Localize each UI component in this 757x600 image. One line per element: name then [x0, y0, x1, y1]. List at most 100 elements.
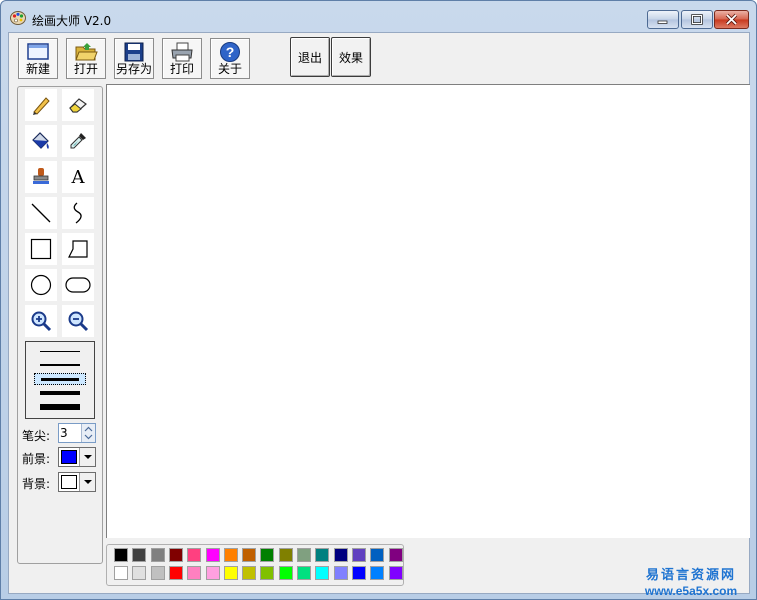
palette-color-swatch[interactable] — [370, 566, 385, 580]
color-palette — [106, 544, 404, 586]
client-area: 新建 打开 另存为 打印 ? 关于 退出 效果 A 笔尖: 3 前景: 背景: — [8, 32, 750, 594]
palette-color-swatch[interactable] — [297, 566, 311, 580]
palette-color-swatch[interactable] — [260, 566, 275, 580]
ellipse-icon — [30, 274, 52, 296]
palette-color-swatch[interactable] — [333, 548, 348, 562]
palette-color-swatch[interactable] — [370, 548, 385, 562]
background-color-picker[interactable] — [58, 472, 96, 492]
new-label: 新建 — [25, 62, 50, 76]
spinner-up-down-icon — [84, 426, 93, 440]
palette-color-swatch[interactable] — [278, 548, 293, 562]
palette-color-swatch[interactable] — [150, 548, 165, 562]
maximize-icon — [691, 14, 703, 25]
palette-color-swatch[interactable] — [242, 566, 257, 580]
chevron-down-icon[interactable] — [79, 448, 95, 466]
tool-eraser[interactable] — [62, 89, 94, 121]
foreground-color-picker[interactable] — [58, 447, 96, 467]
palette-color-swatch[interactable] — [242, 548, 257, 562]
palette-color-swatch[interactable] — [168, 548, 183, 562]
open-label: 打开 — [73, 62, 98, 76]
print-button[interactable]: 打印 — [162, 38, 202, 79]
tool-rounded-rectangle[interactable] — [62, 269, 94, 301]
line-icon — [31, 203, 51, 223]
polygon-icon — [68, 240, 88, 258]
line-width-selector — [25, 341, 95, 419]
palette-color-swatch[interactable] — [187, 548, 202, 562]
minimize-button[interactable] — [647, 10, 679, 29]
watermark-url: www.e5a5x.com — [644, 584, 738, 598]
about-button[interactable]: ? 关于 — [210, 38, 250, 79]
maximize-button[interactable] — [681, 10, 713, 29]
tool-pencil[interactable] — [25, 89, 57, 121]
app-window: 绘画大师 V2.0 新建 打开 另存为 打印 ? 关于 退出 效果 A 笔尖: … — [0, 0, 757, 600]
palette-color-swatch[interactable] — [351, 548, 366, 562]
pen-tip-value: 3 — [60, 426, 68, 440]
stamp-icon — [33, 168, 49, 184]
effect-button[interactable]: 效果 — [331, 37, 371, 77]
tool-curve[interactable] — [62, 197, 94, 229]
palette-color-swatch[interactable] — [205, 566, 220, 580]
palette-color-swatch[interactable] — [315, 566, 330, 580]
tool-zoom-in[interactable] — [25, 305, 57, 337]
line-width-option[interactable] — [34, 359, 86, 371]
tool-rectangle[interactable] — [25, 233, 57, 265]
background-label: 背景: — [22, 477, 51, 491]
foreground-color-swatch — [61, 450, 77, 464]
new-button[interactable]: 新建 — [18, 38, 58, 79]
palette-color-swatch[interactable] — [223, 566, 238, 580]
line-width-option-selected[interactable] — [34, 373, 86, 385]
line-width-option[interactable] — [34, 345, 86, 357]
pen-tip-label: 笔尖: — [22, 429, 51, 443]
palette-color-swatch[interactable] — [205, 548, 220, 562]
window-title: 绘画大师 V2.0 — [32, 14, 112, 28]
spinner-arrows[interactable] — [81, 424, 95, 442]
palette-color-swatch[interactable] — [223, 548, 238, 562]
tool-zoom-out[interactable] — [62, 305, 94, 337]
palette-color-swatch[interactable] — [333, 566, 348, 580]
zoom-out-icon — [68, 311, 89, 332]
tool-stamp[interactable] — [25, 161, 57, 193]
watermark-site-name: 易语言资源网 — [645, 568, 736, 583]
line-width-option[interactable] — [34, 387, 86, 399]
tool-eyedropper[interactable] — [62, 125, 94, 157]
background-color-swatch — [61, 475, 77, 489]
watermark: 易语言资源网 www.e5a5x.com — [631, 564, 751, 598]
palette-color-swatch[interactable] — [297, 548, 311, 562]
rectangle-icon — [30, 238, 52, 260]
palette-color-swatch[interactable] — [388, 566, 403, 580]
title-bar[interactable]: 绘画大师 V2.0 — [1, 1, 756, 31]
palette-icon — [10, 11, 26, 25]
palette-color-swatch[interactable] — [132, 566, 147, 580]
palette-color-swatch[interactable] — [114, 566, 128, 580]
palette-color-swatch[interactable] — [168, 566, 183, 580]
foreground-label: 前景: — [22, 452, 51, 466]
close-button[interactable] — [714, 10, 749, 29]
palette-color-swatch[interactable] — [351, 566, 366, 580]
tool-line[interactable] — [25, 197, 57, 229]
chevron-down-icon[interactable] — [79, 473, 95, 491]
exit-button[interactable]: 退出 — [290, 37, 330, 77]
close-icon — [725, 13, 738, 26]
fill-bucket-icon — [32, 132, 49, 149]
tool-text[interactable]: A — [62, 161, 94, 193]
palette-color-swatch[interactable] — [278, 566, 293, 580]
open-button[interactable]: 打开 — [66, 38, 106, 79]
tools-panel: A 笔尖: 3 前景: 背景: — [17, 86, 103, 564]
palette-color-swatch[interactable] — [187, 566, 202, 580]
palette-color-swatch[interactable] — [132, 548, 147, 562]
palette-color-swatch[interactable] — [388, 548, 403, 562]
palette-color-swatch[interactable] — [260, 548, 275, 562]
tool-fill[interactable] — [25, 125, 57, 157]
palette-color-swatch[interactable] — [114, 548, 128, 562]
tool-polygon[interactable] — [62, 233, 94, 265]
pen-tip-spinner[interactable]: 3 — [58, 423, 96, 443]
text-icon: A — [71, 166, 85, 188]
tool-ellipse[interactable] — [25, 269, 57, 301]
line-width-option[interactable] — [34, 401, 86, 413]
drawing-canvas[interactable] — [106, 84, 750, 538]
minimize-icon — [657, 20, 668, 24]
save-as-label: 另存为 — [115, 62, 152, 76]
palette-color-swatch[interactable] — [150, 566, 165, 580]
palette-color-swatch[interactable] — [315, 548, 330, 562]
save-as-button[interactable]: 另存为 — [114, 38, 154, 79]
